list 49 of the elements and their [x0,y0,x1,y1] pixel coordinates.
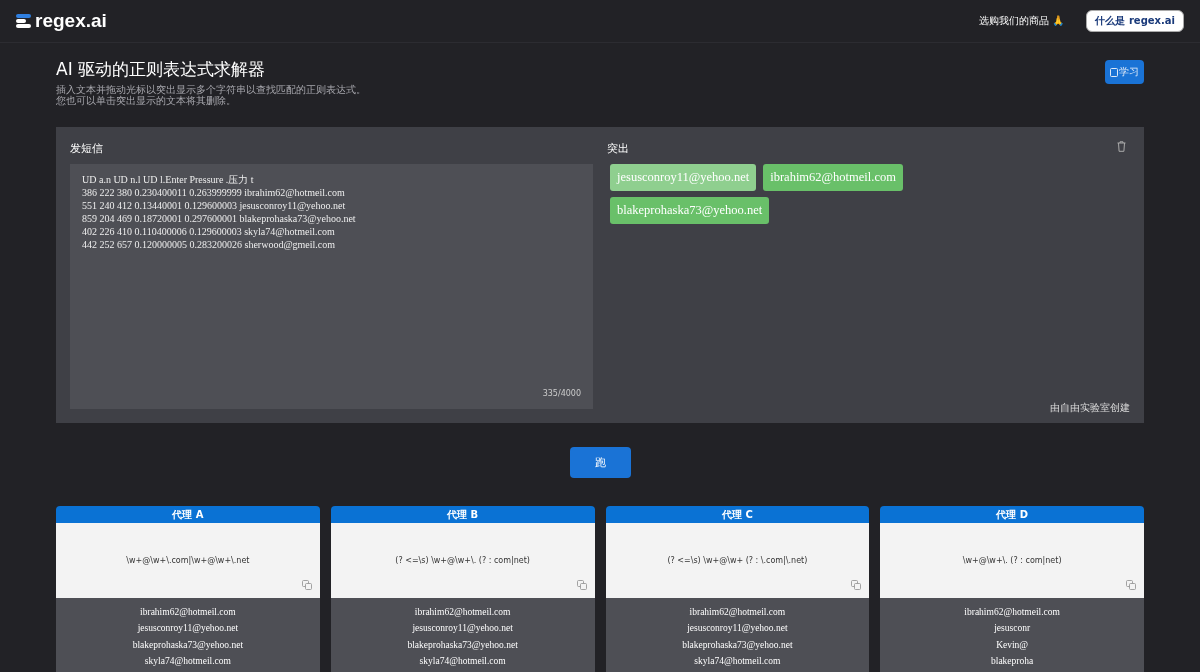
highlights-label: 突出 [607,141,629,156]
copy-icon[interactable] [1126,580,1136,590]
agent-header: 代理 C [605,506,870,523]
input-label: 发短信 [70,141,104,156]
match-text: skyla74@hotmeil.com [419,654,506,668]
match-text: jesusconroy11@yehoo.net [687,622,788,636]
logo[interactable]: regex.ai [35,10,107,32]
match-text: ibrahim62@hotmeil.com [140,606,236,619]
intro-text: 您也可以单击突出显示的文本将其删除。 [56,95,237,106]
trash-icon[interactable] [1117,141,1126,152]
regex-text: (? <=\s) \w+@\w+\. (? : com|net) [395,556,530,565]
match-text: skyla74@hotmeil.com [694,654,781,668]
match-text: blakeproha [991,654,1034,668]
agent-header: 代理 D [880,506,1144,523]
char-counter: 335/4000 [542,388,581,400]
match-text: ibrahim62@hotmeil.com [414,606,511,619]
intro-text: 插入文本并拖动光标以突出显示多个字符串以查找匹配的正则表达式。 [56,84,366,95]
copy-icon[interactable] [576,580,587,590]
match-text: skyla74@hotmeil.com [144,654,231,668]
input-line: 402 226 410 0.110400006 0.129600003 skyla74@hotmeil.com [82,225,336,238]
match-text: blakeprohaska73@yehoo.net [132,638,244,652]
match-text: jesusconroy11@yehoo.net [137,622,239,636]
copy-icon[interactable] [301,580,312,590]
about-button[interactable]: 什么是 regex.ai [1086,10,1184,32]
match-text: ibrahim62@hotmeil.com [689,606,786,619]
agent-header: 代理 A [56,506,320,523]
input-line: UD a.n UD n.l UD l.Enter Pressure .压力 t [82,173,255,186]
input-line: 551 240 412 0.13440001 0.129600003 jesusconroy11@yehoo.net [82,199,347,212]
learn-button[interactable]: 学习 [1105,60,1144,84]
agent-header: 代理 B [330,506,595,523]
input-line: 386 222 380 0.230400011 0.263999999 ibrahim62@hotmeil.com [82,186,346,199]
input-line: 859 204 469 0.18720001 0.297600001 blakeprohaska73@yehoo.net [82,212,357,225]
copy-icon[interactable] [851,580,862,590]
regex-text: \w+@\w+\.com|\w+@\w+\.net [126,556,250,565]
credit-text: 由自由实验室创建 [1050,401,1130,415]
regex-text: (? <=\s) \w+@\w+ (? : \.com|\.net) [667,556,808,565]
input-line: 442 252 657 0.120000005 0.283200026 sherwood@gmeil.com [82,238,337,251]
match-text: jesusconr [994,622,1031,636]
book-icon [1110,67,1118,77]
match-text: blakeprohaska73@yehoo.net [682,638,793,652]
page-title: AI 驱动的正则表达式求解器 [56,58,267,81]
run-button[interactable]: 跑 [569,447,631,478]
logo-icon [16,14,31,28]
shop-link[interactable]: 选购我们的商品 🙏 [979,14,1065,28]
match-text: blakeprohaska73@yehoo.net [407,638,518,652]
match-text: jesusconroy11@yehoo.net [412,622,513,636]
match-text: Kevin@ [996,638,1029,652]
regex-text: \w+@\w+\. (? : com|net) [962,556,1062,565]
match-text: ibrahim62@hotmeil.com [964,606,1060,619]
